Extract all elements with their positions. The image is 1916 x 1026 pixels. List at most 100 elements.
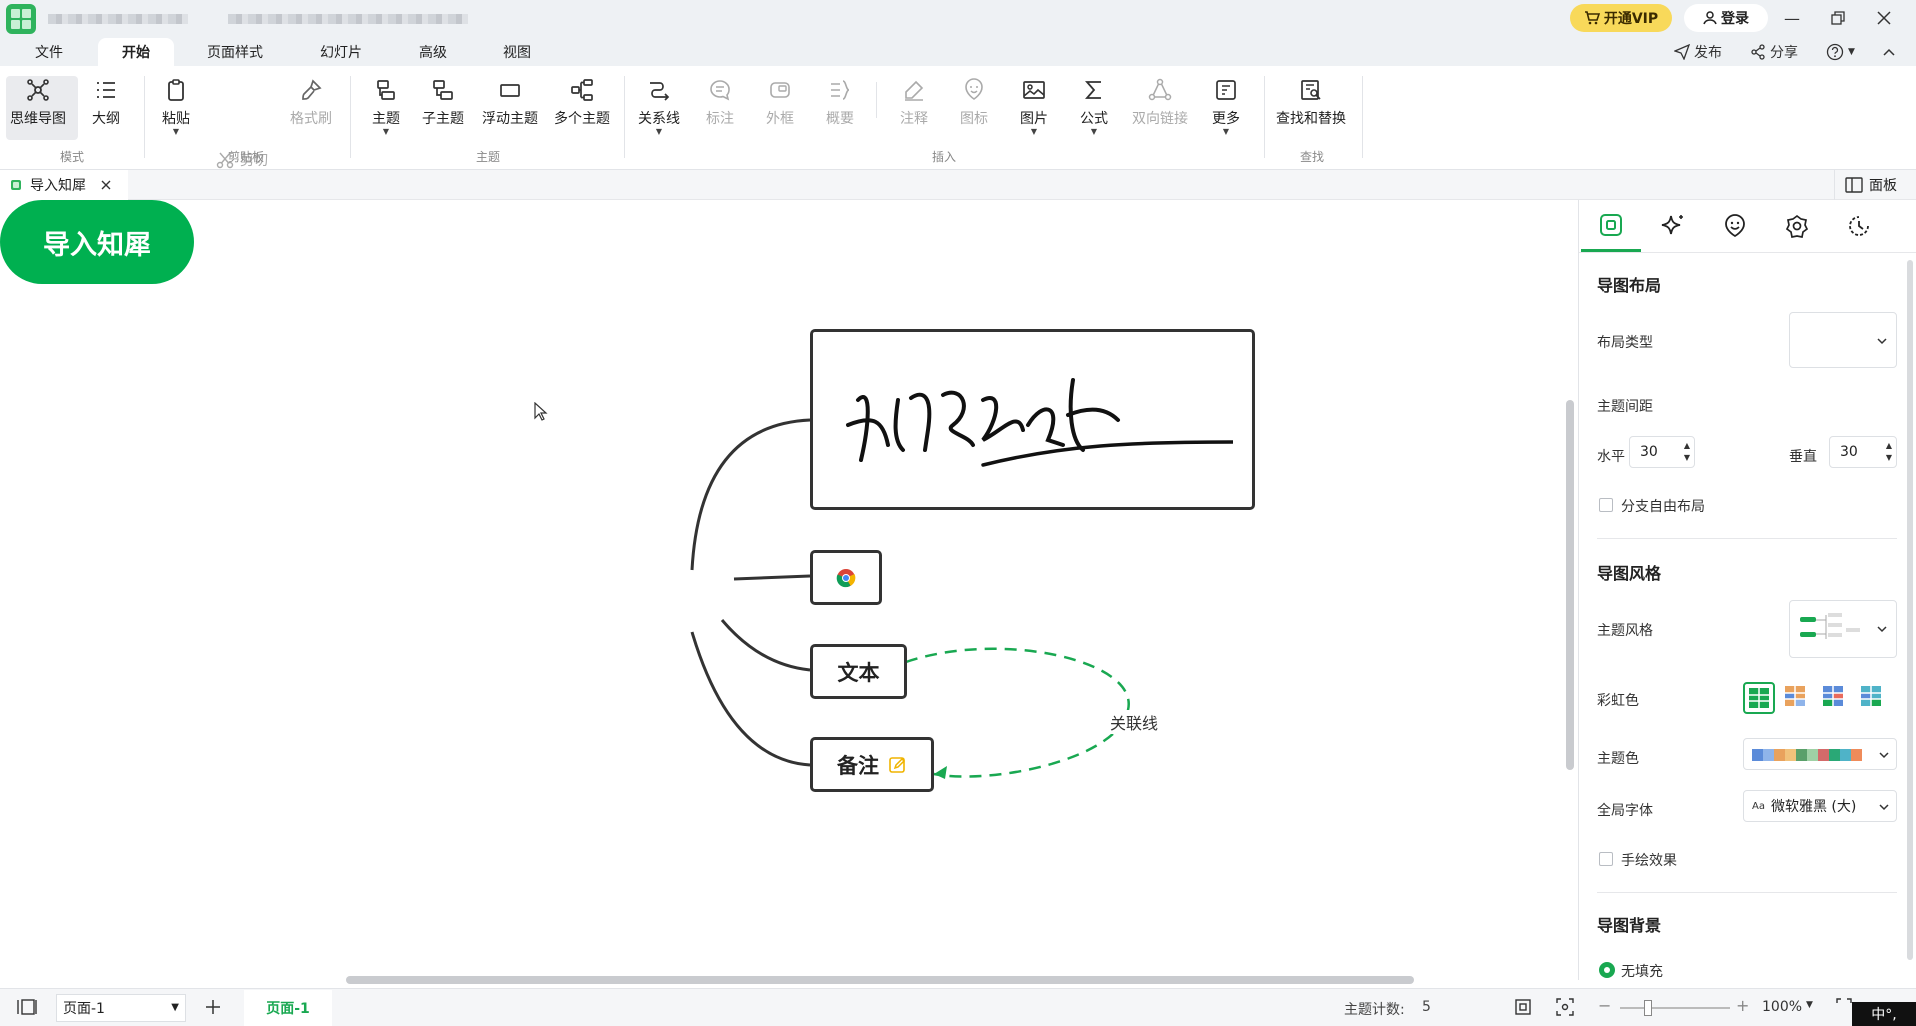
page-tab[interactable]: 页面-1 xyxy=(244,990,332,1026)
topic-button[interactable]: 主题 ▼ xyxy=(372,76,400,136)
floating-topic-button[interactable]: 浮动主题 xyxy=(482,76,538,128)
bilink-icon xyxy=(1148,78,1172,101)
icon-button[interactable]: 图标 xyxy=(960,76,988,128)
rainbow-option-1[interactable] xyxy=(1743,682,1775,714)
format-brush-button[interactable]: 格式刷 xyxy=(290,76,332,128)
vertical-scrollbar[interactable] xyxy=(1566,400,1574,770)
theme-color-swatch xyxy=(1763,749,1774,761)
formula-button[interactable]: 公式 ▼ xyxy=(1080,76,1108,136)
zoom-slider-handle[interactable] xyxy=(1644,1000,1652,1016)
close-button[interactable] xyxy=(1866,4,1902,32)
collapse-ribbon-button[interactable] xyxy=(1882,40,1896,64)
add-page-icon[interactable] xyxy=(204,998,222,1016)
horizontal-scrollbar[interactable] xyxy=(346,976,1414,984)
tab-start[interactable]: 开始 xyxy=(98,38,174,66)
subtopic-button[interactable]: 子主题 xyxy=(422,76,464,128)
close-tab-icon[interactable] xyxy=(100,179,112,191)
vip-button[interactable]: 开通VIP xyxy=(1570,4,1672,32)
panel-tab-sticker[interactable] xyxy=(1705,200,1765,252)
free-layout-label: 分支自由布局 xyxy=(1621,499,1705,515)
tab-slides[interactable]: 幻灯片 xyxy=(306,38,376,66)
tab-page-style[interactable]: 页面样式 xyxy=(192,38,278,66)
formula-label: 公式 xyxy=(1080,111,1108,127)
more-icon xyxy=(1216,80,1236,100)
no-fill-radio[interactable] xyxy=(1599,962,1615,978)
side-panel: 导图布局 布局类型 主题间距 水平 30 ▲ ▼ 垂直 30 ▲ ▼ 分支自由布局 … xyxy=(1578,200,1916,980)
fullscreen-icon[interactable] xyxy=(1836,998,1852,1014)
text-node-label: 文本 xyxy=(837,660,880,685)
zoom-slider[interactable] xyxy=(1620,1007,1730,1009)
spinner-icon[interactable]: ▲ ▼ xyxy=(1886,440,1892,464)
document-tab-bar xyxy=(0,170,1916,200)
rainbow-option-2[interactable] xyxy=(1781,682,1813,714)
panel-tab-layout[interactable] xyxy=(1581,200,1641,252)
share-button[interactable]: 分享 xyxy=(1750,40,1798,64)
horizontal-spacing-input[interactable]: 30 ▲ ▼ xyxy=(1629,436,1695,468)
relation-line-button[interactable]: 关系线 ▼ xyxy=(638,76,680,136)
theme-color-select[interactable] xyxy=(1743,738,1897,770)
panel-label: 面板 xyxy=(1869,178,1897,194)
document-tab[interactable]: 导入知犀 xyxy=(0,170,128,200)
blurred-title-2 xyxy=(228,14,468,24)
restore-button[interactable] xyxy=(1820,4,1856,32)
theme-color-swatch xyxy=(1851,749,1862,761)
login-button[interactable]: 登录 xyxy=(1684,4,1768,32)
page-select[interactable]: 页面-1 ▼ xyxy=(56,994,186,1022)
chevron-up-icon xyxy=(1883,48,1895,56)
zoom-dropdown-icon[interactable]: ▼ xyxy=(1806,1000,1813,1010)
zoom-in-icon[interactable]: + xyxy=(1736,996,1749,1015)
panel-tab-ai[interactable] xyxy=(1643,200,1703,252)
topic-label: 主题 xyxy=(372,111,400,127)
minimize-button[interactable]: — xyxy=(1774,4,1810,32)
tab-view[interactable]: 视图 xyxy=(486,38,548,66)
rainbow-option-4[interactable] xyxy=(1857,682,1889,714)
note-node[interactable]: 备注 xyxy=(810,737,934,792)
multiple-topic-button[interactable]: 多个主题 xyxy=(554,76,610,128)
dropdown-arrow-icon: ▼ xyxy=(1090,127,1098,136)
zoom-out-icon[interactable]: − xyxy=(1598,996,1611,1015)
ribbon-separator xyxy=(144,76,145,158)
bilink-button[interactable]: 双向链接 xyxy=(1132,76,1188,128)
zoom-level[interactable]: 100% xyxy=(1762,999,1802,1015)
panel-tab-history[interactable] xyxy=(1829,200,1889,252)
boundary-button[interactable]: 外框 xyxy=(766,76,794,128)
spinner-icon[interactable]: ▲ ▼ xyxy=(1684,440,1690,464)
layout-type-select[interactable] xyxy=(1789,312,1897,368)
fit-page-icon[interactable] xyxy=(1514,998,1532,1016)
panel-tab-style[interactable] xyxy=(1767,200,1827,252)
tab-file[interactable]: 文件 xyxy=(18,38,80,66)
mindmap-mode-button[interactable]: 思维导图 xyxy=(10,76,66,128)
page-list-icon[interactable] xyxy=(16,998,38,1016)
panel-scrollbar[interactable] xyxy=(1907,260,1913,960)
note-button[interactable]: 注释 xyxy=(900,76,928,128)
center-view-icon[interactable] xyxy=(1556,998,1574,1016)
image-button[interactable]: 图片 ▼ xyxy=(1020,76,1048,136)
text-node[interactable]: 文本 xyxy=(810,644,907,699)
help-button[interactable]: ▼ xyxy=(1826,40,1855,64)
ribbon-separator xyxy=(876,82,877,118)
signature-image-node[interactable] xyxy=(810,329,1255,510)
outline-icon xyxy=(97,82,115,98)
horizontal-spacing-value: 30 xyxy=(1640,444,1658,460)
tab-advanced[interactable]: 高级 xyxy=(400,38,466,66)
free-layout-checkbox[interactable] xyxy=(1599,498,1613,512)
hand-drawn-checkbox[interactable] xyxy=(1599,852,1613,866)
rainbow-option-3[interactable] xyxy=(1819,682,1851,714)
global-font-select[interactable]: Aa 微软雅黑 (大) xyxy=(1743,790,1897,822)
outline-mode-button[interactable]: 大纲 xyxy=(92,76,120,128)
panel-toggle-button[interactable]: 面板 xyxy=(1834,170,1916,200)
style-section-title: 导图风格 xyxy=(1597,564,1662,583)
topic-count-value: 5 xyxy=(1422,999,1431,1015)
mindmap-canvas[interactable]: 导入知犀 文本 备注 关联线 xyxy=(0,200,1576,984)
publish-button[interactable]: 发布 xyxy=(1674,40,1722,64)
more-button[interactable]: 更多 ▼ xyxy=(1212,76,1240,136)
format-brush-label: 格式刷 xyxy=(290,111,332,127)
summary-button[interactable]: 概要 xyxy=(826,76,854,128)
callout-button[interactable]: 标注 xyxy=(706,76,734,128)
relation-label[interactable]: 关联线 xyxy=(1108,710,1161,734)
paste-button[interactable]: 粘贴 ▼ xyxy=(162,76,190,136)
vertical-spacing-input[interactable]: 30 ▲ ▼ xyxy=(1829,436,1897,468)
find-replace-button[interactable]: 查找和替换 xyxy=(1276,76,1346,128)
link-node[interactable] xyxy=(810,550,882,605)
theme-style-select[interactable] xyxy=(1789,600,1897,658)
